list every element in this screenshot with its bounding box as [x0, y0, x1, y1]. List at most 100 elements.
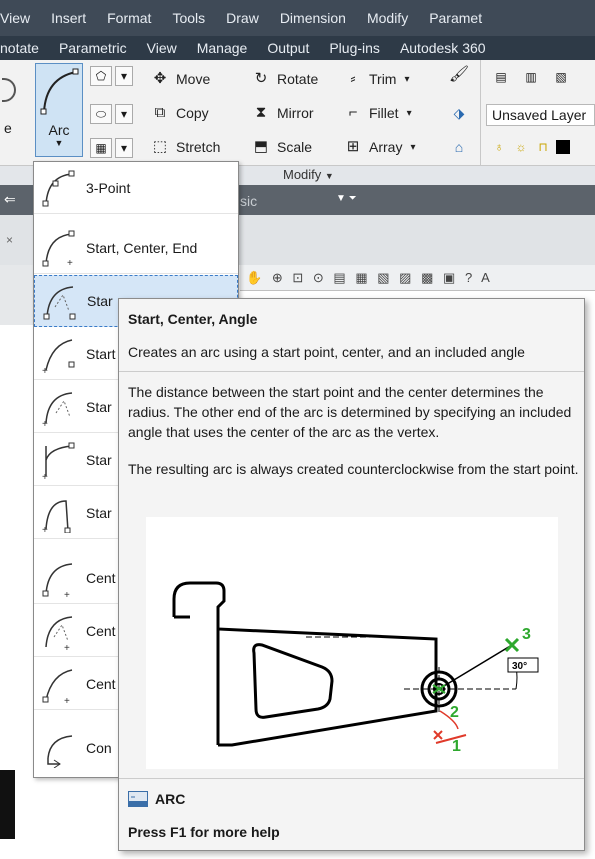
menu-parametric[interactable]: Paramet [429, 10, 482, 26]
menu-insert[interactable]: Insert [51, 10, 86, 26]
mirror-icon: ⧗ [255, 104, 267, 121]
tab-plugins[interactable]: Plug-ins [329, 40, 380, 56]
rotate-button[interactable]: ↻ Rotate [251, 70, 319, 88]
tab-output[interactable]: Output [267, 40, 309, 56]
zoom-realtime-icon[interactable]: ⊕ [272, 270, 286, 285]
diagram-drawing: 30° 3 2 1 [172, 581, 539, 755]
ribbon-tab-bar: notate Parametric View Manage Output Plu… [0, 36, 595, 60]
stretch-icon: ⬚ [152, 138, 168, 155]
layer-state-icon[interactable]: ▥ [520, 68, 542, 88]
trim-icon: ⸗ [350, 70, 356, 87]
menu-view[interactable]: View [0, 10, 30, 26]
tooltip-summary: Creates an arc using a start point, cent… [128, 344, 525, 360]
tab-view[interactable]: View [147, 40, 177, 56]
arc-continue-icon [47, 735, 73, 768]
tooltip-command: ARC [128, 791, 185, 807]
chevron-down-icon: ▾ [406, 107, 412, 119]
copy-icon: ⧉ [154, 104, 166, 121]
tooltip-note: The resulting arc is always created coun… [128, 461, 579, 477]
layer-state-dropdown[interactable]: Unsaved Layer [486, 104, 595, 126]
polygon-icon[interactable]: ⬠ [90, 66, 112, 86]
menu-draw[interactable]: Draw [226, 10, 259, 26]
arc-center-start-angle-icon: + [45, 615, 73, 651]
array-icon: ⊞ [346, 138, 360, 155]
bulb-icon[interactable]: ♁ [488, 138, 510, 158]
arc-icon [40, 68, 79, 115]
menu-bar: View Insert Format Tools Draw Dimension … [0, 0, 595, 36]
point-label-3: 3 [522, 626, 531, 643]
tab-parametric[interactable]: Parametric [59, 40, 127, 56]
trim-button[interactable]: ⸗ Trim ▾ [343, 70, 410, 88]
point-label-2: 2 [450, 704, 459, 721]
calculator-icon[interactable]: ▣ [443, 270, 458, 285]
left-dark-region [0, 770, 15, 839]
chevron-down-icon[interactable]: ▼ ⏷ [336, 193, 357, 204]
tab-autodesk-360[interactable]: Autodesk 360 [400, 40, 486, 56]
arc-3-point-icon [42, 170, 75, 206]
arc-button[interactable]: Arc ▼ [35, 63, 83, 157]
sun-icon[interactable]: ☼ [510, 138, 532, 158]
markup-icon[interactable]: ▩ [421, 270, 436, 285]
copy-button[interactable]: ⧉ Copy [150, 104, 209, 122]
svg-text:+: + [42, 366, 48, 374]
arc-start-center-length-icon: + [42, 338, 75, 374]
design-center-icon[interactable]: ▦ [355, 270, 370, 285]
zoom-previous-icon[interactable]: ⊙ [313, 270, 327, 285]
menu-dimension[interactable]: Dimension [280, 10, 346, 26]
arc-example-diagram: 30° 3 2 1 [146, 517, 558, 769]
chevron-down-icon: ▼ [324, 171, 334, 181]
mirror-button[interactable]: ⧗ Mirror [251, 104, 314, 122]
offset-icon[interactable]: ⌂ [448, 138, 470, 158]
arc-option-start-center-end[interactable]: + Start, Center, End [34, 222, 238, 274]
help-icon[interactable]: ? [465, 270, 475, 285]
explode-icon[interactable]: ⬗ [448, 104, 470, 124]
menu-tools[interactable]: Tools [172, 10, 205, 26]
chevron-down-icon[interactable]: ▾ [115, 66, 133, 86]
standard-toolbar: ✋ ⊕ ⊡ ⊙ ▤ ▦ ▧ ▨ ▩ ▣ ? A [240, 265, 595, 291]
modify-panel-label[interactable]: Modify ▼ [283, 167, 334, 182]
tooltip-title: Start, Center, Angle [128, 311, 258, 327]
arc-start-end-angle-icon: + [42, 391, 73, 427]
scale-button[interactable]: ⬒ Scale [251, 138, 312, 156]
rotate-icon: ↻ [254, 70, 268, 87]
zoom-window-icon[interactable]: ⊡ [292, 270, 306, 285]
chevron-down-icon: ▾ [410, 141, 416, 153]
arc-start-center-end-icon: + [42, 230, 75, 268]
properties-icon[interactable]: ▤ [333, 270, 348, 285]
arc-start-end-direction-icon: + [42, 442, 75, 480]
arc-option-3-point[interactable]: 3-Point [34, 162, 238, 214]
close-icon[interactable]: × [6, 233, 13, 247]
move-button[interactable]: ✥ Move [150, 70, 211, 88]
tab-annotate[interactable]: notate [0, 40, 39, 56]
stretch-button[interactable]: ⬚ Stretch [150, 138, 220, 156]
menu-format[interactable]: Format [107, 10, 151, 26]
pan-icon[interactable]: ✋ [246, 270, 265, 285]
fillet-button[interactable]: ⌐ Fillet ▾ [343, 104, 412, 122]
layer-properties-icon[interactable]: ▤ [490, 68, 512, 88]
sheet-set-icon[interactable]: ▨ [399, 270, 414, 285]
menu-modify[interactable]: Modify [367, 10, 408, 26]
color-swatch[interactable] [556, 140, 570, 154]
tab-manage[interactable]: Manage [197, 40, 248, 56]
tooltip-bottom-divider [119, 778, 584, 779]
back-arrow-icon[interactable]: ⇐ [4, 191, 16, 208]
move-icon: ✥ [153, 70, 167, 87]
brush-icon[interactable]: 🖌 [448, 66, 470, 86]
chevron-down-icon[interactable]: ▾ [115, 104, 133, 124]
arc-start-end-radius-icon: + [42, 499, 71, 533]
hatch-icon[interactable]: ▦ [90, 138, 112, 158]
tooltip-divider [119, 371, 584, 372]
tool-palettes-icon[interactable]: ▧ [377, 270, 392, 285]
scale-icon: ⬒ [253, 138, 269, 155]
chevron-down-icon: ▼ [54, 138, 64, 148]
tooltip-description: The distance between the start point and… [128, 384, 572, 440]
ellipse-icon[interactable]: ⬭ [90, 104, 112, 124]
array-button[interactable]: ⊞ Array ▾ [343, 138, 416, 156]
layer-tools-icon[interactable]: ▧ [550, 68, 572, 88]
svg-text:+: + [64, 590, 70, 598]
chevron-down-icon[interactable]: ▾ [115, 138, 133, 158]
workspace-text: sic [240, 193, 258, 209]
text-style-icon[interactable]: A [481, 270, 493, 285]
arc-label: Arc [48, 122, 70, 138]
lock-icon[interactable]: ⊓ [532, 138, 554, 158]
